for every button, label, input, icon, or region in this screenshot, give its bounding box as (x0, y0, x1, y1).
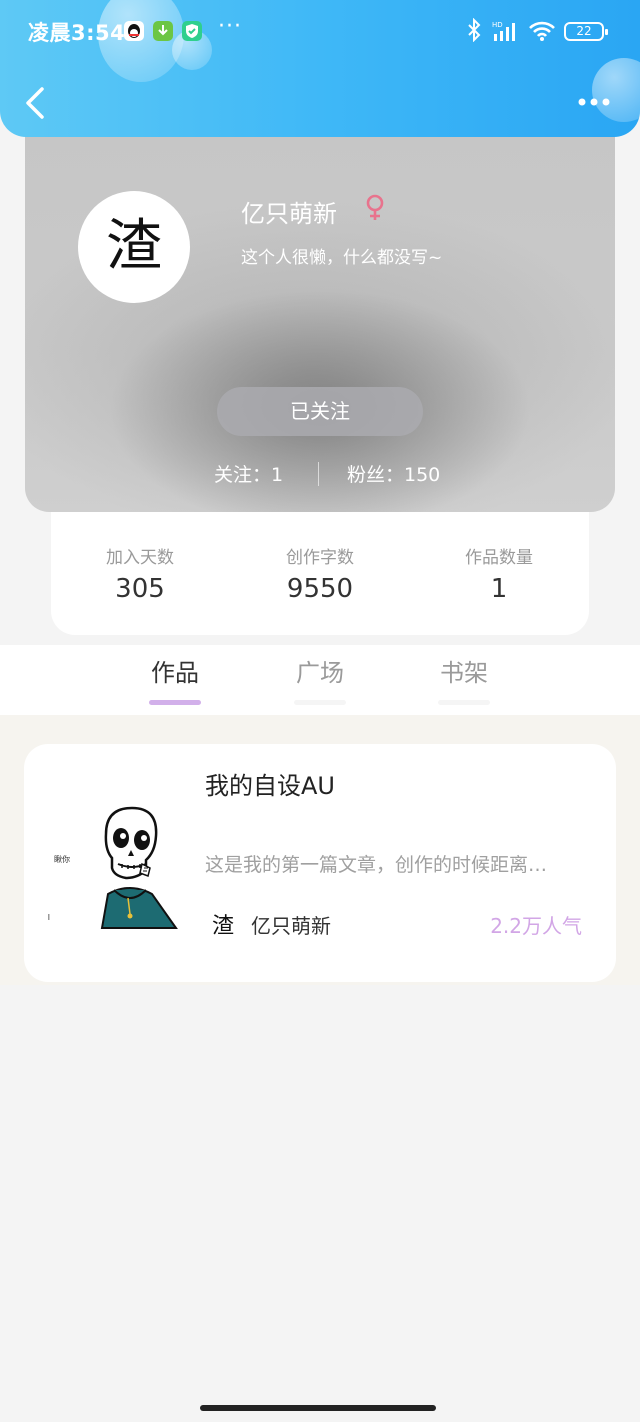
bluetooth-icon (466, 17, 482, 47)
followed-button[interactable]: 已关注 (217, 387, 423, 436)
stat-value: 305 (115, 574, 165, 604)
chevron-left-icon (26, 87, 44, 119)
tab-bookshelf[interactable]: 书架 (424, 653, 504, 705)
shield-icon (182, 21, 202, 41)
follow-counts: 关注：1 粉丝：150 (25, 460, 615, 490)
tab-bar: 作品 广场 书架 (0, 645, 640, 715)
stat-work-count: 作品数量 1 (429, 543, 569, 604)
work-title[interactable]: 我的自设AU (205, 766, 335, 801)
work-card[interactable]: 瞅你 我的自设AU 这是我的第一篇文章，创作的时候距离… 渣 亿只萌新 2.2万… (24, 744, 616, 982)
stat-label: 加入天数 (106, 548, 174, 568)
work-cover-image: 瞅你 (48, 794, 188, 944)
svg-text:HD: HD (492, 21, 503, 29)
top-header: 凌晨3:54 ··· HD 22 (0, 0, 640, 137)
more-dots-icon: ··· (218, 14, 242, 39)
back-button[interactable] (22, 86, 50, 120)
work-description: 这是我的第一篇文章，创作的时候距离… (205, 854, 548, 876)
decor-bubble (592, 58, 640, 122)
divider (318, 462, 319, 486)
following-count[interactable]: 关注：1 (214, 460, 283, 487)
user-name: 亿只萌新 (241, 200, 337, 228)
tab-label: 作品 (151, 659, 199, 687)
wifi-icon (528, 20, 556, 42)
tab-works[interactable]: 作品 (135, 653, 215, 705)
stat-value: 1 (490, 574, 508, 604)
stat-label: 作品数量 (465, 548, 533, 568)
tab-square[interactable]: 广场 (280, 653, 360, 705)
home-indicator[interactable] (200, 1405, 436, 1411)
user-bio: 这个人很懒，什么都没写~ (241, 248, 443, 268)
stat-value: 9550 (286, 574, 354, 604)
avatar[interactable]: 渣 (78, 191, 190, 303)
status-bar: 凌晨3:54 ··· HD 22 (0, 0, 640, 62)
tab-indicator (149, 700, 201, 705)
download-icon (153, 21, 173, 41)
stat-join-days: 加入天数 305 (70, 543, 210, 604)
tab-label: 广场 (296, 659, 344, 687)
cover-caption: 瞅你 (54, 854, 70, 864)
more-dots-icon (578, 98, 610, 106)
battery-icon: 22 (564, 22, 608, 41)
qq-icon (124, 21, 144, 41)
tab-label: 书架 (440, 659, 488, 687)
signal-hd-icon: HD (492, 20, 520, 42)
followers-count[interactable]: 粉丝：150 (347, 460, 440, 487)
tab-indicator (438, 700, 490, 705)
stat-word-count: 创作字数 9550 (250, 543, 390, 604)
female-icon (364, 194, 386, 222)
tab-indicator (294, 700, 346, 705)
more-options-button[interactable] (576, 94, 616, 110)
stat-label: 创作字数 (286, 548, 354, 568)
profile-card: 渣 亿只萌新 这个人很懒，什么都没写~ 已关注 关注：1 粉丝：150 (25, 110, 615, 512)
author-avatar: 渣 (212, 914, 235, 939)
status-time: 凌晨3:54 (28, 21, 126, 45)
work-author: 亿只萌新 (251, 914, 331, 938)
work-popularity: 2.2万人气 (490, 914, 582, 938)
